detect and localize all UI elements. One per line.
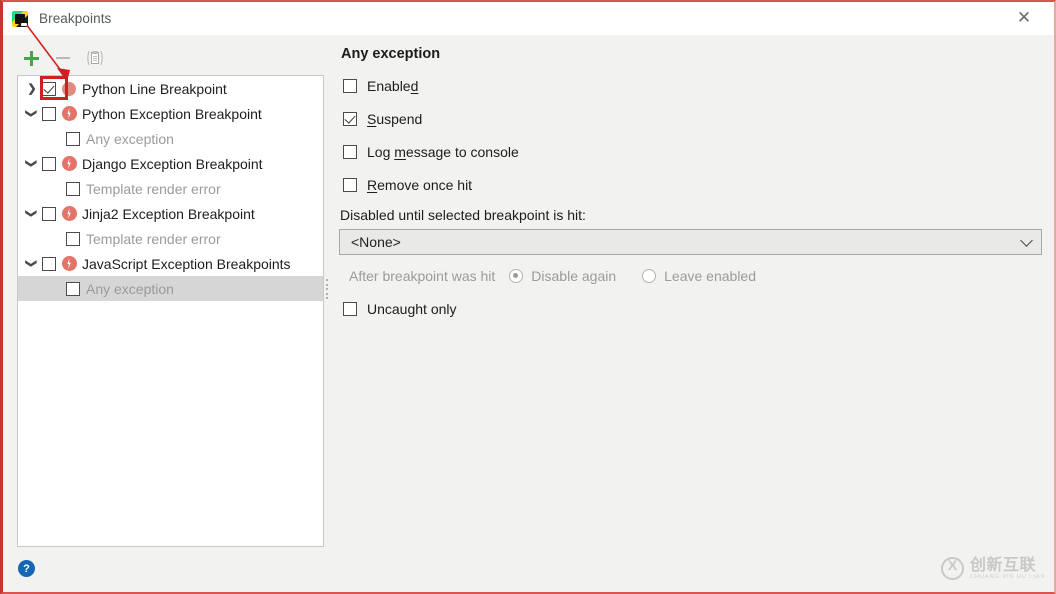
tree-row[interactable]: Template render error xyxy=(18,176,323,201)
plus-icon xyxy=(23,50,39,66)
suspend-checkbox-box xyxy=(343,111,357,126)
chevron-right-icon[interactable] xyxy=(22,82,42,95)
title-bar: Breakpoints ✕ xyxy=(3,2,1054,35)
exception-bolt-icon xyxy=(62,106,77,121)
panel-splitter[interactable] xyxy=(324,278,330,300)
close-icon[interactable]: ✕ xyxy=(1002,2,1046,35)
label-part-pre: Enable xyxy=(367,77,411,94)
clipboard-icon xyxy=(87,50,103,66)
watermark-chinese: 创新互联 xyxy=(970,554,1037,574)
breakpoint-details-panel: Any exception Enabled Suspend Log message … xyxy=(339,46,1045,331)
tree-row-label: Django Exception Breakpoint xyxy=(82,155,263,172)
tree-row[interactable]: Jinja2 Exception Breakpoint xyxy=(18,201,323,226)
tree-row-label: Template render error xyxy=(86,230,221,247)
tree-row-checkbox[interactable] xyxy=(42,206,56,221)
tree-row-checkbox[interactable] xyxy=(42,256,56,271)
breakpoints-tree[interactable]: Python Line Breakpoint Python Exception B… xyxy=(17,75,324,547)
tree-row-label: Any exception xyxy=(86,130,174,147)
tree-row-checkbox[interactable] xyxy=(42,106,56,121)
tree-row-label: JavaScript Exception Breakpoints xyxy=(82,255,291,272)
uncaught-only-label: Uncaught only xyxy=(367,300,457,317)
label-mnemonic: S xyxy=(367,110,377,127)
radio-disable-again-label: Disable again xyxy=(531,268,617,284)
tree-row-checkbox[interactable] xyxy=(42,81,56,96)
watermark-pinyin: CHUANG XIN HU LIAN xyxy=(970,573,1046,580)
uncaught-only-checkbox-box xyxy=(343,301,357,316)
checkbox-remove-once-hit[interactable]: Remove once hit xyxy=(339,174,1045,195)
radio-leave-enabled-label: Leave enabled xyxy=(664,268,757,284)
label-mnemonic: d xyxy=(410,77,419,94)
help-icon[interactable]: ? xyxy=(18,560,35,577)
tree-row-checkbox[interactable] xyxy=(66,231,80,246)
radio-leave-enabled-indicator xyxy=(642,269,657,283)
chevron-down-icon[interactable] xyxy=(22,257,42,270)
breakpoints-dialog: Breakpoints ✕ Python Line BreakpointPyth… xyxy=(0,0,1056,594)
label-mnemonic: m xyxy=(394,143,406,160)
tree-row[interactable]: Template render error xyxy=(18,226,323,251)
watermark-text: 创新互联 CHUANG XIN HU LIAN xyxy=(970,554,1046,581)
disabled-until-label: Disabled until selected breakpoint is hi… xyxy=(340,207,586,223)
log-message-to-console-checkbox-box xyxy=(343,144,357,159)
chevron-down-icon[interactable] xyxy=(22,157,42,170)
watermark: 创新互联 CHUANG XIN HU LIAN xyxy=(941,554,1046,581)
radio-disable-again[interactable]: Disable again xyxy=(509,268,616,284)
remove-once-hit-checkbox-box xyxy=(343,177,357,192)
chevron-down-icon xyxy=(1020,234,1033,247)
label-part-post: essage to console xyxy=(405,143,519,160)
window-title: Breakpoints xyxy=(39,11,112,26)
chevron-down-icon[interactable] xyxy=(22,207,42,220)
remove-breakpoint-button[interactable] xyxy=(49,45,77,71)
radio-leave-enabled[interactable]: Leave enabled xyxy=(642,268,756,284)
label-part-pre: Log xyxy=(367,143,395,160)
tree-row-label: Python Line Breakpoint xyxy=(82,80,227,97)
checkbox-enabled[interactable]: Enabled xyxy=(339,75,1045,96)
tree-row-checkbox[interactable] xyxy=(66,131,80,146)
after-breakpoint-hit-label: After breakpoint was hit xyxy=(349,268,496,284)
chevron-down-icon[interactable] xyxy=(22,107,42,120)
pycharm-icon xyxy=(12,10,28,27)
exception-bolt-icon xyxy=(62,256,77,271)
label-mnemonic: R xyxy=(367,176,378,193)
details-title: Any exception xyxy=(341,46,441,62)
suspend-label: Suspend xyxy=(367,111,422,127)
tree-row[interactable]: Any exception xyxy=(18,126,323,151)
checkbox-log-message-to-console[interactable]: Log message to console xyxy=(339,141,1045,162)
checkbox-uncaught-only[interactable]: Uncaught only xyxy=(339,298,1045,319)
tree-row-checkbox[interactable] xyxy=(66,281,80,296)
label-part-post: uspend xyxy=(376,110,423,127)
label-part-post: emove once hit xyxy=(377,176,473,193)
breakpoints-toolbar xyxy=(17,44,109,72)
radio-disable-again-indicator xyxy=(509,269,524,283)
tree-row-checkbox[interactable] xyxy=(66,181,80,196)
tree-row-label: Template render error xyxy=(86,180,221,197)
add-breakpoint-button[interactable] xyxy=(17,45,45,71)
tree-row[interactable]: Django Exception Breakpoint xyxy=(18,151,323,176)
disabled-until-breakpoint-value: <None> xyxy=(351,234,401,250)
tree-row[interactable]: Python Exception Breakpoint xyxy=(18,101,323,126)
tree-row[interactable]: Any exception xyxy=(18,276,323,301)
tree-row-checkbox[interactable] xyxy=(42,156,56,171)
copy-breakpoints-button[interactable] xyxy=(81,45,109,71)
exception-bolt-icon xyxy=(62,156,77,171)
tree-row-label: Python Exception Breakpoint xyxy=(82,105,262,122)
enabled-label: Enabled xyxy=(367,78,418,94)
tree-row[interactable]: Python Line Breakpoint xyxy=(18,76,323,101)
enabled-checkbox-box xyxy=(343,78,357,93)
tree-row-label: Jinja2 Exception Breakpoint xyxy=(82,205,255,222)
log-message-to-console-label: Log message to console xyxy=(367,144,519,160)
tree-row[interactable]: JavaScript Exception Breakpoints xyxy=(18,251,323,276)
checkbox-suspend[interactable]: Suspend xyxy=(339,108,1045,129)
disabled-until-breakpoint-select[interactable]: <None> xyxy=(339,229,1042,255)
remove-once-hit-label: Remove once hit xyxy=(367,177,472,193)
breakpoint-dot-icon xyxy=(62,81,76,96)
tree-row-label: Any exception xyxy=(86,280,174,297)
minus-icon xyxy=(56,57,70,59)
exception-bolt-icon xyxy=(62,206,77,221)
watermark-logo-icon xyxy=(941,556,965,580)
after-breakpoint-hit-group: After breakpoint was hit Disable again L… xyxy=(349,268,1045,284)
